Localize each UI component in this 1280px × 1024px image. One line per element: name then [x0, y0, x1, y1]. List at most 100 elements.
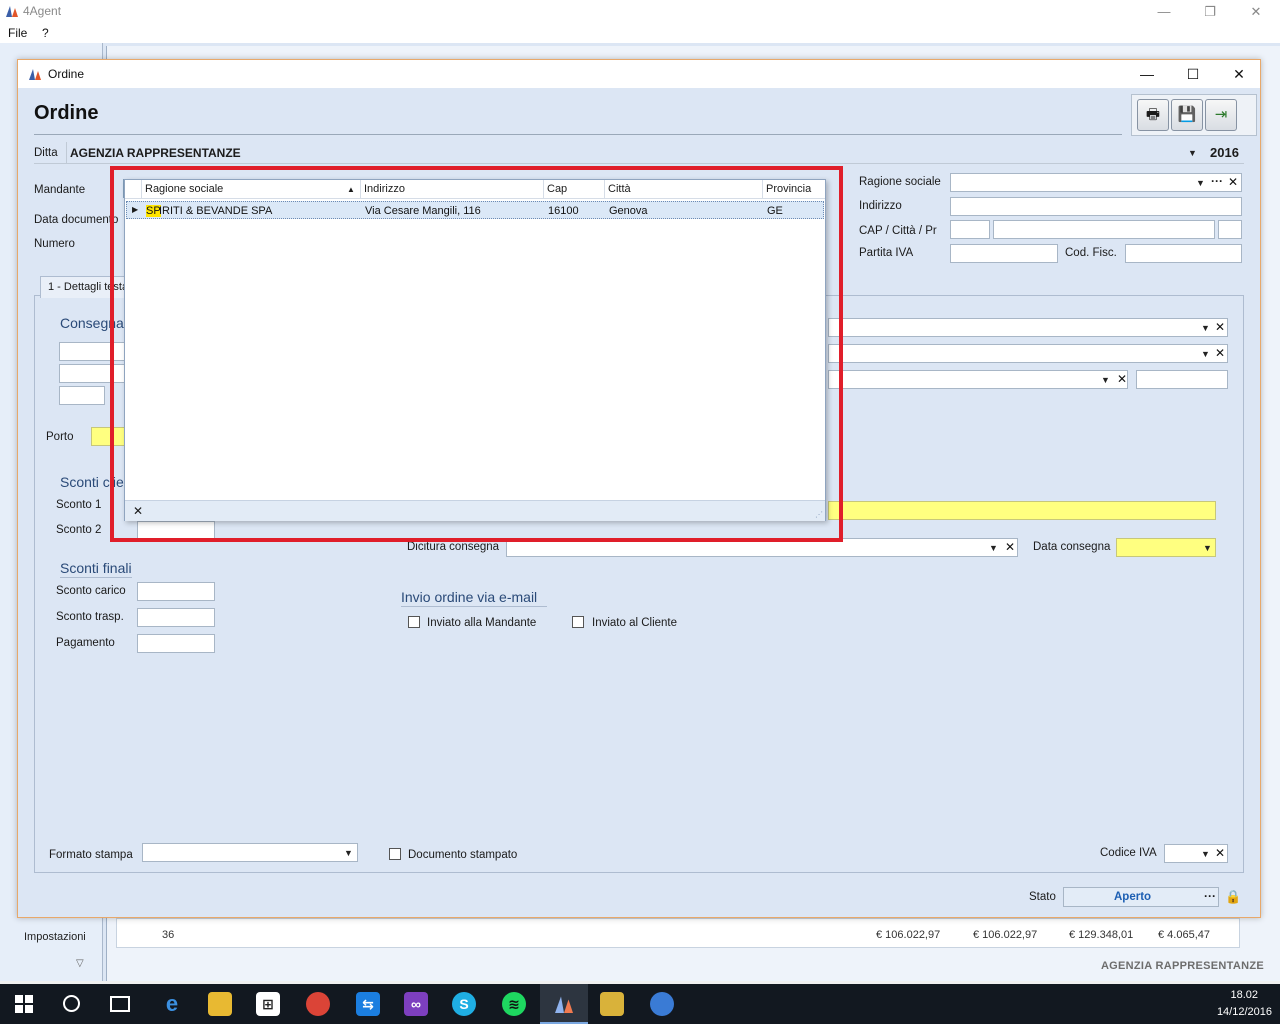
citta-field[interactable]: [993, 220, 1215, 239]
save-button[interactable]: 💾: [1171, 99, 1203, 131]
page-title: Ordine: [34, 102, 99, 124]
required-yellow-field[interactable]: [828, 501, 1216, 520]
app-logo-icon: [6, 6, 18, 17]
stato-field[interactable]: Aperto ···: [1063, 887, 1219, 907]
ordine-maximize-button[interactable]: ☐: [1170, 60, 1216, 88]
inviato-mandante-label: Inviato alla Mandante: [427, 617, 537, 629]
chevron-down-icon[interactable]: ▽: [76, 958, 84, 969]
ragione-sociale-more-icon[interactable]: ···: [1211, 174, 1223, 188]
formato-stampa-select[interactable]: [142, 843, 358, 862]
spotify-icon[interactable]: ≋: [502, 992, 526, 1016]
consegna-extra-field[interactable]: [1136, 370, 1228, 389]
close-app-button[interactable]: ✕: [1233, 0, 1279, 23]
sconti-finali-section-title: Sconti finali: [60, 560, 132, 576]
dropdown-arrow-icon[interactable]: ▼: [344, 848, 353, 858]
sidebar-item-impostazioni[interactable]: Impostazioni: [24, 931, 86, 943]
skype-icon[interactable]: S: [452, 992, 476, 1016]
data-consegna-label: Data consegna: [1033, 541, 1111, 553]
close-icon: ✕: [1233, 66, 1245, 82]
documento-stampato-checkbox[interactable]: [389, 848, 401, 860]
exit-button[interactable]: ⇥: [1205, 99, 1237, 131]
dropdown-arrow-icon[interactable]: ▼: [989, 543, 998, 553]
table-row-count: 36: [162, 929, 175, 941]
teamviewer-icon[interactable]: ⇆: [356, 992, 380, 1016]
codice-iva-label: Codice IVA: [1100, 847, 1157, 859]
ordine-close-button[interactable]: ✕: [1216, 60, 1262, 88]
partita-iva-label: Partita IVA: [859, 247, 914, 259]
ditta-select[interactable]: AGENZIA RAPPRESENTANZE: [70, 146, 241, 160]
sconto-1-label: Sconto 1: [56, 499, 102, 511]
provincia-field[interactable]: [1218, 220, 1242, 239]
data-consegna-field[interactable]: [1116, 538, 1216, 557]
lock-icon[interactable]: 🔒: [1225, 889, 1241, 905]
heading-divider: [34, 134, 1122, 135]
taskbar-clock-time[interactable]: 18.02: [1230, 989, 1258, 1001]
menu-file[interactable]: File: [8, 26, 27, 40]
ordine-window-title: Ordine: [48, 67, 85, 81]
ditta-dropdown-arrow-icon[interactable]: ▼: [1188, 148, 1197, 158]
footer-company-name: AGENZIA RAPPRESENTANZE: [1100, 960, 1264, 972]
inviato-cliente-label: Inviato al Cliente: [592, 617, 678, 629]
inviato-mandante-checkbox[interactable]: [408, 616, 420, 628]
ordine-logo-icon: [29, 69, 41, 80]
email-section-title: Invio ordine via e-mail: [401, 589, 538, 605]
sconto-trasp-field[interactable]: [137, 608, 215, 627]
table-cell-value-4: € 4.065,47: [1158, 929, 1210, 941]
cap-field[interactable]: [950, 220, 990, 239]
taskbar-item-4agent-active[interactable]: [540, 984, 588, 1024]
pagamento-field[interactable]: [137, 634, 215, 653]
sconto-carico-field[interactable]: [137, 582, 215, 601]
highlight-annotation-box: [110, 166, 843, 542]
ragione-sociale-clear-icon[interactable]: ✕: [1228, 175, 1238, 189]
search-cortana-icon[interactable]: [63, 995, 80, 1012]
restore-icon: ❐: [1204, 4, 1216, 19]
ordine-minimize-button[interactable]: —: [1124, 60, 1170, 88]
print-button[interactable]: 🖶: [1137, 99, 1169, 131]
4agent-app-icon: [555, 996, 573, 1013]
visual-studio-icon[interactable]: ∞: [404, 992, 428, 1016]
cloud-app-icon[interactable]: [650, 992, 674, 1016]
consegna-combobox-1[interactable]: [828, 318, 1228, 337]
indirizzo-field[interactable]: [950, 197, 1242, 216]
consegna-combobox-3[interactable]: [828, 370, 1128, 389]
inviato-cliente-checkbox[interactable]: [572, 616, 584, 628]
table-cell-value-2: € 106.022,97: [973, 929, 1038, 941]
taskbar-clock-date[interactable]: 14/12/2016: [1217, 1006, 1272, 1018]
store-icon[interactable]: ⊞: [256, 992, 280, 1016]
edge-icon[interactable]: e: [160, 992, 184, 1016]
start-button[interactable]: [14, 994, 34, 1014]
chrome-icon[interactable]: [306, 992, 330, 1016]
consegna-field-3[interactable]: [59, 386, 105, 405]
clear-icon[interactable]: ✕: [1005, 540, 1015, 554]
exit-door-icon: ⇥: [1214, 106, 1228, 123]
dropdown-arrow-icon[interactable]: ▼: [1201, 323, 1210, 333]
consegna-combobox-2[interactable]: [828, 344, 1228, 363]
file-explorer-icon[interactable]: [208, 992, 232, 1016]
sconto-2-label: Sconto 2: [56, 524, 102, 536]
partita-iva-field[interactable]: [950, 244, 1058, 263]
table-cell-value-1: € 106.022,97: [876, 929, 941, 941]
clear-icon[interactable]: ✕: [1117, 372, 1127, 386]
app-titlebar: [0, 0, 1280, 23]
porto-label: Porto: [46, 431, 74, 443]
sconto-carico-label: Sconto carico: [56, 585, 126, 597]
task-view-icon[interactable]: [110, 996, 130, 1012]
dropdown-arrow-icon[interactable]: ▼: [1201, 849, 1210, 859]
menu-help[interactable]: ?: [42, 26, 49, 40]
archive-app-icon[interactable]: [600, 992, 624, 1016]
maximize-icon: ☐: [1186, 66, 1200, 82]
calendar-dropdown-icon[interactable]: ▼: [1203, 543, 1212, 553]
restore-button[interactable]: ❐: [1187, 0, 1233, 23]
minimize-button[interactable]: —: [1141, 0, 1187, 23]
dropdown-arrow-icon[interactable]: ▼: [1101, 375, 1110, 385]
cod-fisc-field[interactable]: [1125, 244, 1242, 263]
ragione-sociale-dropdown-icon[interactable]: ▼: [1196, 178, 1205, 188]
dicitura-consegna-label: Dicitura consegna: [407, 541, 500, 553]
clear-icon[interactable]: ✕: [1215, 346, 1225, 360]
clear-icon[interactable]: ✕: [1215, 846, 1225, 860]
windows-logo-icon: [15, 995, 33, 1013]
stato-more-icon[interactable]: ···: [1204, 889, 1216, 903]
clear-icon[interactable]: ✕: [1215, 320, 1225, 334]
dropdown-arrow-icon[interactable]: ▼: [1201, 349, 1210, 359]
ragione-sociale-label: Ragione sociale: [859, 176, 941, 188]
